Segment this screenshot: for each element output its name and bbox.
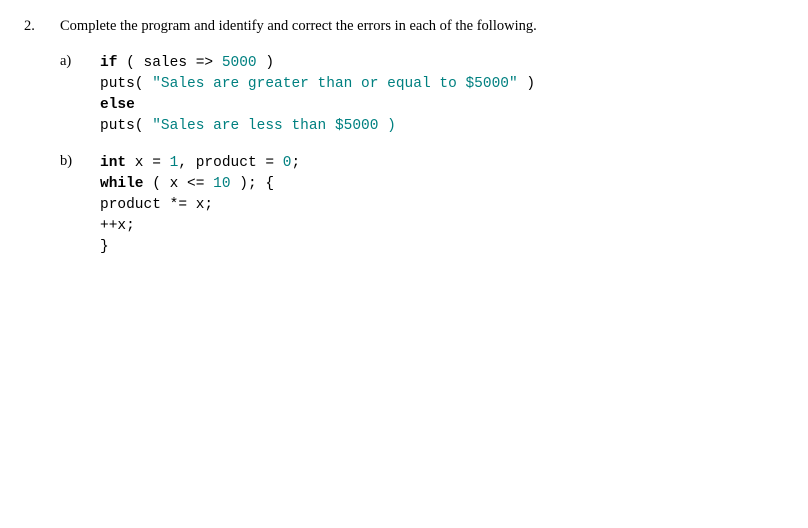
question-prompt: Complete the program and identify and co… xyxy=(60,18,778,35)
keyword-int: int xyxy=(100,155,126,171)
subparts: a) if ( sales => 5000 ) puts( "Sales are… xyxy=(60,53,778,258)
code-text: ++x; xyxy=(100,218,135,234)
code-string: "Sales are less than $5000 ) xyxy=(152,118,396,134)
code-text: ) xyxy=(257,55,274,71)
part-b-code: int x = 1, product = 0; while ( x <= 10 … xyxy=(100,153,778,258)
page: 2. Complete the program and identify and… xyxy=(0,0,808,258)
keyword-if: if xyxy=(100,55,117,71)
code-number: 10 xyxy=(213,176,230,192)
keyword-else: else xyxy=(100,97,135,113)
part-b: b) int x = 1, product = 0; while ( x <= … xyxy=(60,153,778,258)
code-text: puts( xyxy=(100,76,152,92)
question-number: 2. xyxy=(24,18,60,35)
code-text: } xyxy=(100,239,109,255)
code-text: ) xyxy=(518,76,535,92)
code-text: product *= x; xyxy=(100,197,213,213)
question-row: 2. Complete the program and identify and… xyxy=(24,18,778,35)
code-number: 5000 xyxy=(222,55,257,71)
code-string: "Sales are greater than or equal to $500… xyxy=(152,76,517,92)
part-a-code: if ( sales => 5000 ) puts( "Sales are gr… xyxy=(100,53,778,137)
part-b-label: b) xyxy=(60,153,100,170)
keyword-while: while xyxy=(100,176,144,192)
code-text: puts( xyxy=(100,118,152,134)
code-text: ; xyxy=(291,155,300,171)
code-text: ); { xyxy=(231,176,275,192)
code-text: x = xyxy=(126,155,170,171)
code-text: ( sales => xyxy=(117,55,221,71)
part-a-label: a) xyxy=(60,53,100,70)
part-a: a) if ( sales => 5000 ) puts( "Sales are… xyxy=(60,53,778,137)
code-text: ( x <= xyxy=(144,176,214,192)
code-text: , product = xyxy=(178,155,282,171)
